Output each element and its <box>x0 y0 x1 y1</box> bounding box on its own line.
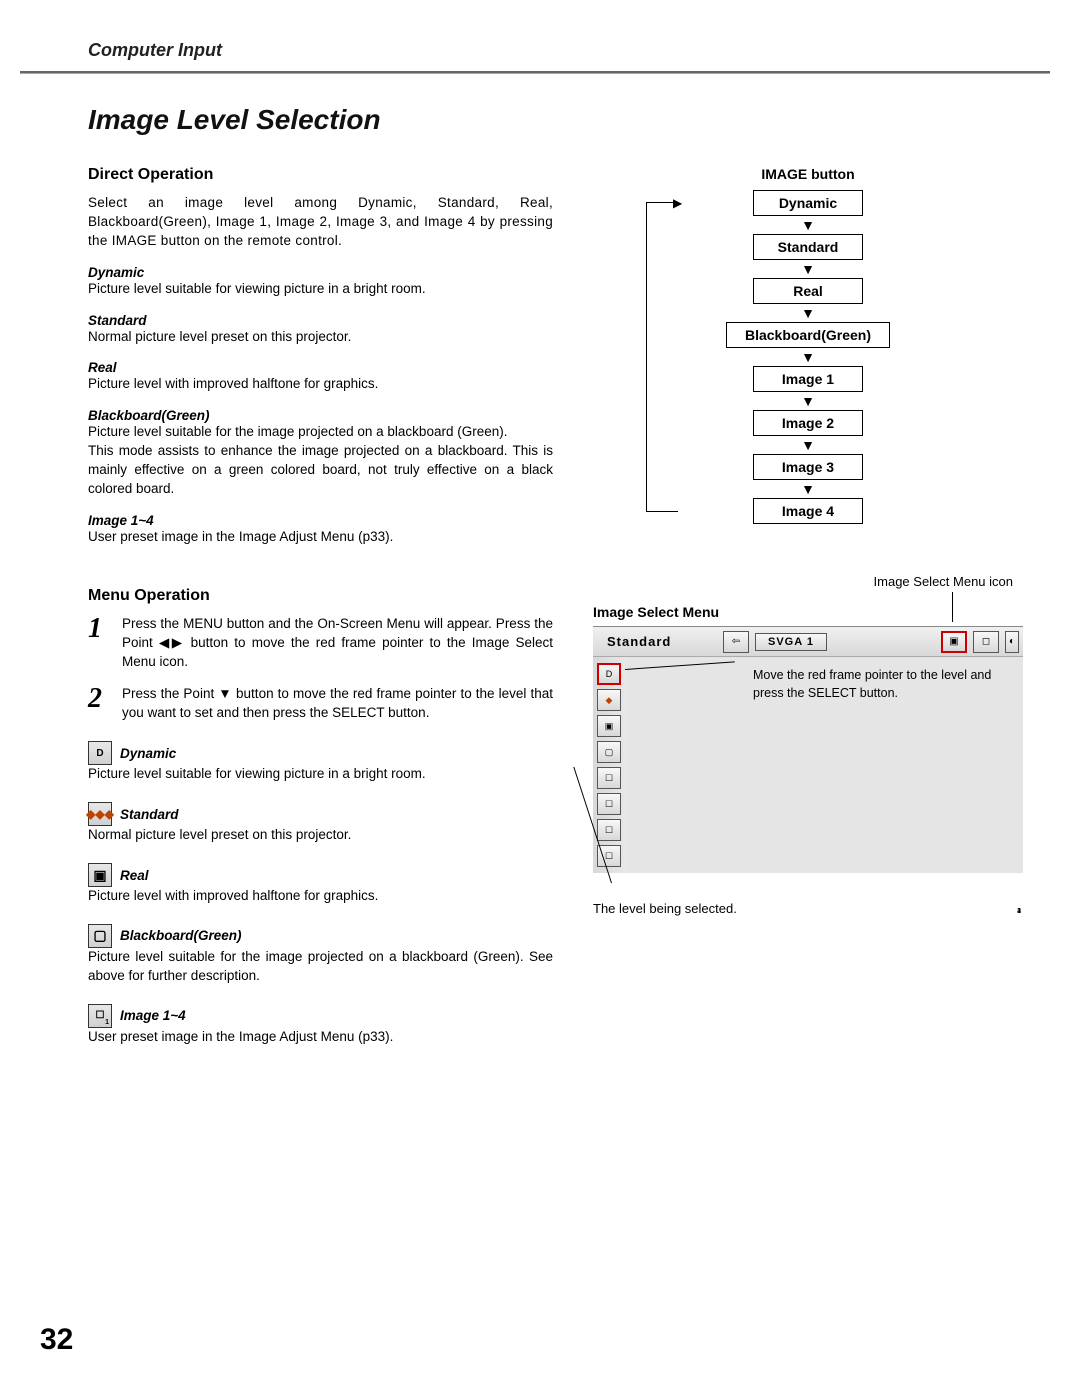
page-number: 32 <box>40 1323 73 1357</box>
osd-side-image2-icon: ☐2 <box>597 793 621 815</box>
loop-line <box>646 202 678 512</box>
step-1-number: 1 <box>88 615 108 672</box>
menu-operation-heading: Menu Operation <box>88 587 553 605</box>
osd-icon-callout: Image Select Menu icon <box>874 574 1013 589</box>
osd-side-real-icon: ▣ <box>597 715 621 737</box>
loop-arrowhead-icon: ▶ <box>673 196 682 210</box>
flow-box: Image 1 <box>753 366 863 392</box>
menu-item-image14: ☐1 Image 1~4 <box>88 1004 553 1028</box>
step-2-number: 2 <box>88 685 108 723</box>
flow-box: Real <box>753 278 863 304</box>
term-real: Real <box>88 360 553 375</box>
osd-svga: SVGA 1 <box>755 633 827 651</box>
menu-item-dynamic: D Dynamic <box>88 741 553 765</box>
menu-item-standard: ◆◆◆ Standard <box>88 802 553 826</box>
osd-side-dynamic-icon: D <box>597 663 621 685</box>
standard-icon: ◆◆◆ <box>88 802 112 826</box>
osd-side-standard-icon: ◆ <box>597 689 621 711</box>
osd-topbar-icon: ◐ <box>1005 631 1019 653</box>
flow-arrow-icon: ▼ <box>801 262 815 276</box>
step-1: 1 Press the MENU button and the On-Scree… <box>88 615 553 672</box>
menu-item-real-desc: Picture level with improved halftone for… <box>88 887 553 906</box>
term-dynamic: Dynamic <box>88 265 553 280</box>
step-2: 2 Press the Point ▼ button to move the r… <box>88 685 553 723</box>
osd-panel: Standard ⇦ SVGA 1 ▣ ◻ ◐ D ◆ ▣ ▢ ☐1 ☐2 <box>593 626 1023 873</box>
flow-arrow-icon: ▼ <box>801 350 815 364</box>
osd-section: Image Select Menu icon Image Select Menu… <box>593 604 1023 916</box>
flow-box: Dynamic <box>753 190 863 216</box>
flow-arrow-icon: ▼ <box>801 482 815 496</box>
flow-box: Image 4 <box>753 498 863 524</box>
osd-topbar-icon: ⇦ <box>723 631 749 653</box>
osd-topbar: Standard ⇦ SVGA 1 ▣ ◻ ◐ <box>593 627 1023 657</box>
osd-caption: The level being selected. <box>593 901 1023 916</box>
term-real-desc: Picture level with improved halftone for… <box>88 375 553 394</box>
flow-arrow-icon: ▼ <box>801 438 815 452</box>
section-header: Computer Input <box>0 0 1080 71</box>
term-dynamic-desc: Picture level suitable for viewing pictu… <box>88 280 553 299</box>
osd-main: Move the red frame pointer to the level … <box>627 657 1023 873</box>
step-2-text: Press the Point ▼ button to move the red… <box>122 685 553 723</box>
menu-item-real: ▣ Real <box>88 863 553 887</box>
step-1-text: Press the MENU button and the On-Screen … <box>122 615 553 672</box>
dynamic-icon: D <box>88 741 112 765</box>
term-blackboard-desc: Picture level suitable for the image pro… <box>88 423 553 499</box>
term-standard: Standard <box>88 313 553 328</box>
page-title: Image Level Selection <box>88 104 1080 136</box>
osd-hint: Move the red frame pointer to the level … <box>753 667 1007 702</box>
menu-item-image14-label: Image 1~4 <box>120 1008 186 1023</box>
flow-title: IMAGE button <box>593 166 1023 182</box>
direct-operation-heading: Direct Operation <box>88 166 553 184</box>
right-column: IMAGE button ▶ Dynamic ▼ Standard ▼ Real… <box>593 156 1023 1055</box>
menu-item-dynamic-label: Dynamic <box>120 746 176 761</box>
osd-side-blackboard-icon: ▢ <box>597 741 621 763</box>
flow-box: Image 2 <box>753 410 863 436</box>
direct-operation-intro: Select an image level among Dynamic, Sta… <box>88 194 553 251</box>
blackboard-icon: ▢ <box>88 924 112 948</box>
menu-item-real-label: Real <box>120 868 149 883</box>
flow-diagram: ▶ Dynamic ▼ Standard ▼ Real ▼ Blackboard… <box>678 190 938 524</box>
flow-box: Blackboard(Green) <box>726 322 890 348</box>
flow-arrow-icon: ▼ <box>801 218 815 232</box>
osd-mode-name: Standard <box>597 634 717 649</box>
osd-heading: Image Select Menu <box>593 604 1023 620</box>
header-rule <box>20 71 1050 74</box>
menu-item-standard-desc: Normal picture level preset on this proj… <box>88 826 553 845</box>
menu-item-blackboard: ▢ Blackboard(Green) <box>88 924 553 948</box>
flow-box: Standard <box>753 234 863 260</box>
menu-item-dynamic-desc: Picture level suitable for viewing pictu… <box>88 765 553 784</box>
flow-arrow-icon: ▼ <box>801 306 815 320</box>
term-image14: Image 1~4 <box>88 513 553 528</box>
osd-image-select-icon: ▣ <box>941 631 967 653</box>
flow-arrow-icon: ▼ <box>801 394 815 408</box>
real-icon: ▣ <box>88 863 112 887</box>
left-column: Direct Operation Select an image level a… <box>88 156 553 1055</box>
menu-item-standard-label: Standard <box>120 807 179 822</box>
osd-side-image3-icon: ☐3 <box>597 819 621 841</box>
osd-side-image1-icon: ☐1 <box>597 767 621 789</box>
menu-item-blackboard-desc: Picture level suitable for the image pro… <box>88 948 553 986</box>
menu-item-blackboard-label: Blackboard(Green) <box>120 928 242 943</box>
menu-item-image14-desc: User preset image in the Image Adjust Me… <box>88 1028 553 1047</box>
term-image14-desc: User preset image in the Image Adjust Me… <box>88 528 553 547</box>
osd-topbar-icon: ◻ <box>973 631 999 653</box>
flow-box: Image 3 <box>753 454 863 480</box>
term-standard-desc: Normal picture level preset on this proj… <box>88 328 553 347</box>
image14-icon: ☐1 <box>88 1004 112 1028</box>
term-blackboard: Blackboard(Green) <box>88 408 553 423</box>
